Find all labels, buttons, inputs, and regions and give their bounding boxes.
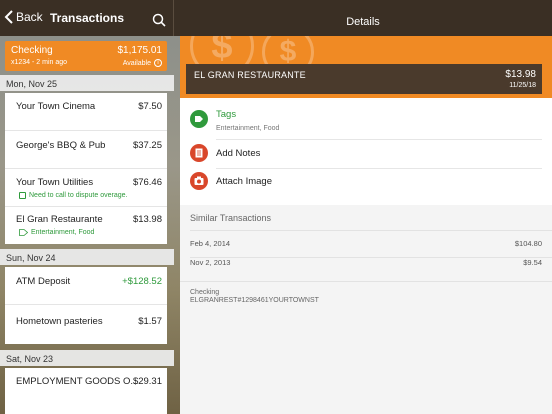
transaction-amount: $37.25 — [132, 140, 162, 151]
tags-label: Tags — [216, 109, 237, 120]
transactions-nav: Back Transactions — [0, 0, 174, 36]
list-item[interactable]: EMPLOYMENT GOODS O... $29.31 — [5, 368, 167, 414]
similar-amount: $9.54 — [523, 258, 542, 267]
back-button[interactable]: Back — [4, 10, 43, 24]
details-pane: $ $ EL GRAN RESTAURANTE $13.98 11/25/18 … — [174, 36, 552, 414]
attach-image-label: Attach Image — [216, 176, 272, 187]
date-header: Sun, Nov 24 — [0, 249, 174, 265]
similar-date: Nov 2, 2013 — [190, 258, 231, 267]
back-label: Back — [16, 10, 43, 24]
add-notes-label: Add Notes — [216, 148, 261, 159]
transaction-header: $ $ EL GRAN RESTAURANTE $13.98 11/25/18 — [180, 36, 552, 98]
tags-text: Entertainment, Food — [31, 229, 95, 236]
divider — [180, 281, 552, 282]
attach-image-button[interactable]: Attach Image — [190, 168, 542, 196]
chevron-left-icon — [4, 10, 13, 24]
divider — [190, 230, 552, 231]
page-title: Transactions — [49, 11, 125, 25]
transaction-name: Your Town Utilities — [16, 177, 94, 188]
similar-transactions: Similar Transactions Feb 4, 2014 $104.80… — [180, 205, 552, 414]
similar-title: Similar Transactions — [190, 213, 272, 223]
list-item[interactable]: Your Town Utilities $76.46 Need to call … — [5, 169, 167, 207]
date-header: Mon, Nov 25 — [0, 75, 174, 91]
note-text: Need to call to dispute overage. — [29, 192, 128, 199]
date-header: Sat, Nov 23 — [0, 350, 174, 366]
list-item[interactable]: ATM Deposit +$128.52 — [5, 267, 167, 305]
list-item[interactable]: El Gran Restaurante $13.98 Entertainment… — [5, 207, 167, 244]
tags-row[interactable]: Tags Entertainment, Food — [190, 106, 542, 136]
transaction-list: Checking $1,175.01 x1234 - 2 min ago Ava… — [0, 36, 174, 414]
note-icon — [19, 192, 26, 199]
list-item[interactable]: George's BBQ & Pub $37.25 — [5, 131, 167, 169]
account-name: Checking — [11, 45, 53, 56]
account-label: Checking — [190, 289, 220, 296]
notes-icon — [190, 144, 208, 162]
transaction-amount: $1.57 — [138, 316, 162, 327]
transaction-note: Need to call to dispute overage. — [19, 192, 127, 199]
account-card[interactable]: Checking $1,175.01 x1234 - 2 min ago Ava… — [5, 41, 167, 71]
account-subtitle: x1234 - 2 min ago — [11, 59, 68, 66]
details-title: Details — [346, 16, 380, 28]
transaction-name: George's BBQ & Pub — [16, 140, 106, 151]
transaction-amount: $76.46 — [132, 177, 162, 188]
transaction-name: El Gran Restaurante — [16, 214, 103, 225]
list-item[interactable]: Hometown pasteries $1.57 — [5, 305, 167, 344]
transaction-amount: $29.31 — [132, 376, 162, 387]
search-icon[interactable] — [152, 13, 166, 27]
transaction-name: Your Town Cinema — [16, 101, 96, 112]
tags-value: Entertainment, Food — [216, 125, 280, 132]
info-icon[interactable]: i — [154, 59, 162, 67]
camera-icon — [190, 172, 208, 190]
tag-icon — [19, 229, 28, 236]
similar-amount: $104.80 — [514, 239, 542, 248]
transaction-name: EMPLOYMENT GOODS O... — [16, 376, 139, 387]
top-bar: Back Transactions Details — [0, 0, 552, 36]
tag-icon — [190, 110, 208, 128]
account-balance: $1,175.01 — [117, 45, 163, 56]
transaction-group: ATM Deposit +$128.52 Hometown pasteries … — [5, 267, 167, 344]
transaction-amount: +$128.52 — [122, 276, 162, 287]
account-description: ELGRANREST#1298461YOURTOWNST — [190, 297, 319, 304]
available-text: Available — [122, 59, 151, 67]
available-label: Available i — [123, 59, 162, 67]
transaction-amount: $13.98 — [505, 69, 536, 80]
similar-row[interactable]: Nov 2, 2013 $9.54 — [190, 252, 542, 274]
add-notes-button[interactable]: Add Notes — [190, 140, 542, 168]
similar-date: Feb 4, 2014 — [190, 239, 231, 248]
list-item[interactable]: Your Town Cinema $7.50 — [5, 93, 167, 131]
merchant-name: EL GRAN RESTAURANTE — [194, 70, 306, 80]
details-panel: Tags Entertainment, Food Add Notes Attac… — [180, 98, 552, 414]
merchant-bar: EL GRAN RESTAURANTE $13.98 11/25/18 — [186, 64, 542, 94]
transaction-amount: $7.50 — [138, 101, 162, 112]
transaction-date: 11/25/18 — [509, 82, 536, 89]
transaction-amount: $13.98 — [132, 214, 162, 225]
transaction-name: ATM Deposit — [16, 276, 71, 287]
transaction-group: EMPLOYMENT GOODS O... $29.31 — [5, 368, 167, 414]
transaction-group: Your Town Cinema $7.50 George's BBQ & Pu… — [5, 93, 167, 244]
transaction-name: Hometown pasteries — [16, 316, 103, 327]
transaction-tags: Entertainment, Food — [19, 229, 94, 236]
